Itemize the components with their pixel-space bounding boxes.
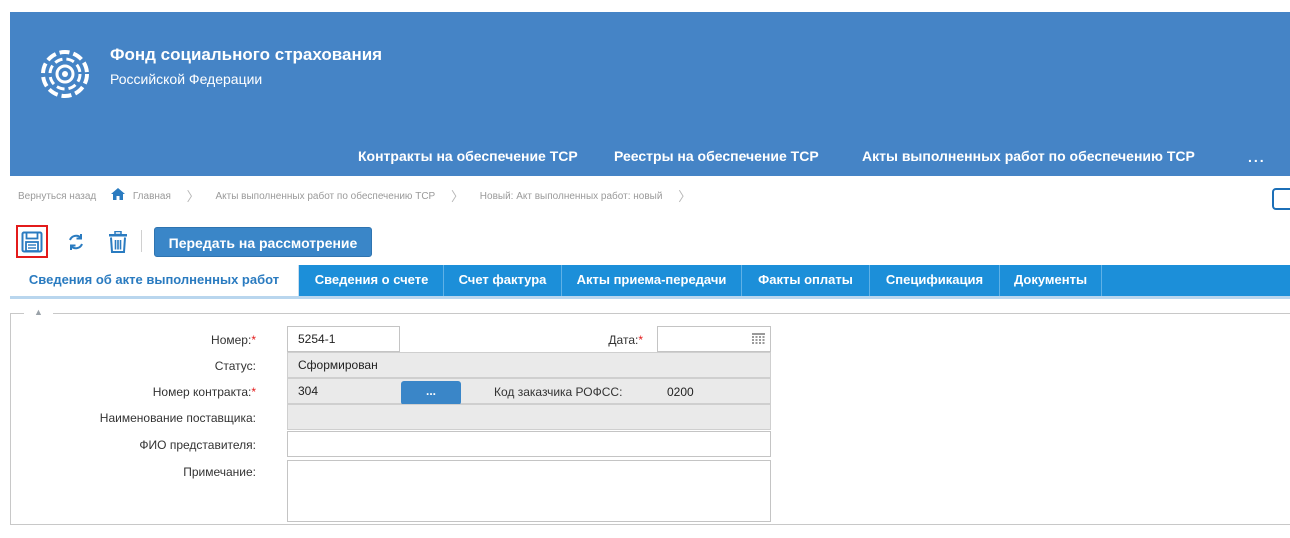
delete-button[interactable] xyxy=(102,225,134,258)
customer-code-value: 0200 xyxy=(667,385,694,399)
chevron-right-icon: 〉 xyxy=(186,189,200,205)
submit-for-review-button[interactable]: Передать на рассмотрение xyxy=(154,227,372,257)
nav-registries[interactable]: Реестры на обеспечение ТСР xyxy=(614,148,819,164)
nav-contracts[interactable]: Контракты на обеспечение ТСР xyxy=(358,148,578,164)
number-label: Номер:* xyxy=(211,333,256,347)
collapse-arrow-icon[interactable]: ▲ xyxy=(24,305,53,319)
more-menu-button[interactable]: ... xyxy=(1248,149,1266,165)
help-icon[interactable] xyxy=(1272,188,1290,210)
form-frame-bottom xyxy=(10,524,1290,525)
tab-underline xyxy=(10,296,1290,299)
supplier-name-field xyxy=(287,404,771,430)
app-header: Фонд социального страхования Российской … xyxy=(0,0,1290,176)
representative-input[interactable] xyxy=(287,431,771,457)
home-icon[interactable] xyxy=(111,188,126,200)
status-label: Статус: xyxy=(214,359,256,373)
contract-number-label: Номер контракта:* xyxy=(152,385,256,399)
back-link[interactable]: Вернуться назад xyxy=(18,189,96,205)
date-label: Дата:* xyxy=(608,333,643,347)
nav-acts[interactable]: Акты выполненных работ по обеспечению ТС… xyxy=(862,148,1195,164)
refresh-button[interactable] xyxy=(60,225,92,258)
note-textarea[interactable] xyxy=(287,460,771,522)
save-icon xyxy=(21,231,43,252)
tab-tax-invoice[interactable]: Счет фактура xyxy=(444,265,562,296)
number-input[interactable]: 5254-1 xyxy=(287,326,400,352)
chevron-right-icon: 〉 xyxy=(678,189,692,205)
form-frame-top xyxy=(10,313,1290,314)
refresh-icon xyxy=(69,233,83,250)
status-field: Сформирован xyxy=(287,352,771,378)
representative-label: ФИО представителя: xyxy=(139,438,256,452)
chevron-right-icon: 〉 xyxy=(451,189,465,205)
breadcrumb-home[interactable]: Главная xyxy=(133,189,171,205)
tab-payments[interactable]: Факты оплаты xyxy=(742,265,870,296)
note-label: Примечание: xyxy=(183,465,256,479)
breadcrumb-current: Новый: Акт выполненных работ: новый xyxy=(479,191,663,203)
fss-logo-icon xyxy=(41,50,89,98)
tab-transfer-acts[interactable]: Акты приема-передачи xyxy=(562,265,742,296)
breadcrumb-acts[interactable]: Акты выполненных работ по обеспечению ТС… xyxy=(215,189,435,205)
toolbar-divider xyxy=(141,230,142,252)
select-contract-button[interactable]: ... xyxy=(401,381,461,405)
breadcrumb: Вернуться назад Главная 〉 Акты выполненн… xyxy=(18,188,704,204)
supplier-name-label: Наименование поставщика: xyxy=(99,411,256,425)
form-frame-left xyxy=(10,313,11,525)
calendar-icon[interactable] xyxy=(752,333,765,344)
org-name: Фонд социального страхования xyxy=(110,45,383,64)
customer-code-label: Код заказчика РОФСС: xyxy=(494,385,623,399)
org-subtitle: Российской Федерации xyxy=(110,71,263,87)
trash-icon xyxy=(109,230,127,253)
tab-act-details[interactable]: Сведения об акте выполненных работ xyxy=(10,265,299,296)
tab-specification[interactable]: Спецификация xyxy=(870,265,1000,296)
save-button[interactable] xyxy=(16,225,48,258)
tab-documents[interactable]: Документы xyxy=(1000,265,1102,296)
tab-invoice-details[interactable]: Сведения о счете xyxy=(300,265,444,296)
